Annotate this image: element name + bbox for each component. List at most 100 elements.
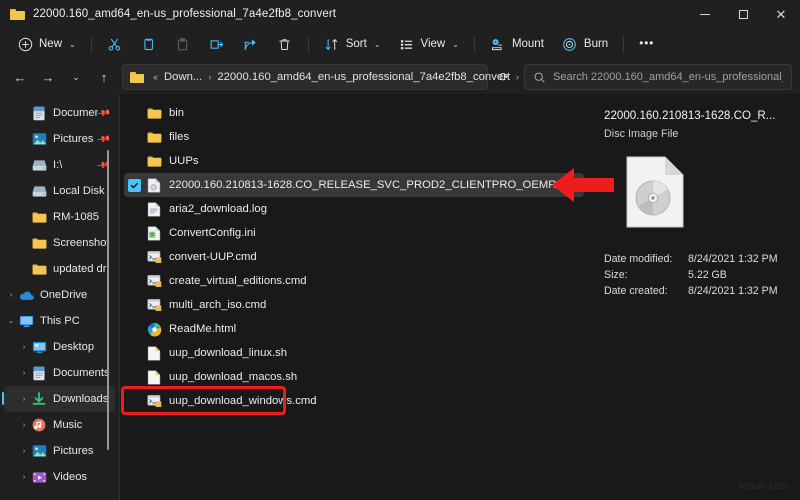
expand-chevron-icon[interactable]: › — [17, 474, 31, 481]
copy-button[interactable] — [132, 31, 166, 57]
back-button[interactable]: ← — [6, 63, 34, 91]
table-row[interactable]: convert-UUP.cmd — [124, 245, 584, 269]
search-input[interactable]: Search 22000.160_amd64_en-us_professiona… — [524, 64, 792, 90]
table-row[interactable]: multi_arch_iso.cmd — [124, 293, 584, 317]
table-row[interactable]: aria2_download.log — [124, 197, 584, 221]
sidebar-item-label: OneDrive — [40, 289, 88, 301]
sidebar-item-music[interactable]: › Music — [4, 412, 115, 438]
burn-button[interactable]: Burn — [553, 31, 617, 57]
pin-icon[interactable]: 📌 — [96, 131, 111, 146]
sidebar-item-label: Pictures — [53, 133, 94, 145]
file-name: multi_arch_iso.cmd — [169, 299, 267, 311]
share-button[interactable] — [234, 31, 268, 57]
sidebar-item-screenshots[interactable]: Screenshots — [4, 230, 115, 256]
mount-label: Mount — [511, 38, 544, 50]
toolbar-divider-4 — [623, 35, 625, 53]
mount-icon — [490, 36, 506, 52]
sidebar-item-documents[interactable]: › Documents — [4, 360, 115, 386]
table-row[interactable]: create_virtual_editions.cmd — [124, 269, 584, 293]
delete-button[interactable] — [268, 31, 302, 57]
sidebar-item-updated-drivers[interactable]: updated drivers — [4, 256, 115, 282]
sort-button[interactable]: Sort ⌄ — [315, 31, 390, 57]
table-row[interactable]: 22000.160.210813-1628.CO_RELEASE_SVC_PRO… — [124, 173, 590, 197]
address-bar: ← → ⌄ ↑ « Down... › 22000.160_amd64_en-u… — [0, 60, 800, 94]
folder-icon — [146, 105, 162, 121]
expand-chevron-icon[interactable]: › — [17, 448, 31, 455]
folder-icon — [10, 8, 25, 20]
pin-icon[interactable]: 📌 — [96, 105, 111, 120]
new-button[interactable]: New ⌄ — [8, 31, 85, 57]
details-key: Date created: — [604, 285, 668, 298]
details-pane: 22000.160.210813-1628.CO_R... Disc Image… — [590, 94, 800, 500]
table-row[interactable]: ConvertConfig.ini — [124, 221, 584, 245]
toolbar-divider-3 — [473, 35, 475, 53]
sidebar-item-pictures[interactable]: Pictures 📌 — [4, 126, 115, 152]
breadcrumb-item-0[interactable]: Down... — [161, 69, 205, 85]
paste-button[interactable] — [166, 31, 200, 57]
sidebar-item-rm-1085[interactable]: RM-1085 — [4, 204, 115, 230]
window-title: 22000.160_amd64_en-us_professional_7a4e2… — [33, 8, 337, 20]
details-row: Date created: 8/24/2021 1:32 PM — [604, 283, 786, 299]
sidebar-item-desktop[interactable]: › Desktop — [4, 334, 115, 360]
file-name: files — [169, 131, 190, 143]
file-list: bin files UUPs 22000.160.210813-1628.CO_REL… — [120, 94, 590, 500]
details-value: 5.22 GB — [688, 269, 727, 282]
table-row[interactable]: files — [124, 125, 584, 149]
pictures-icon — [31, 131, 47, 147]
table-row[interactable]: bin — [124, 101, 584, 125]
expand-chevron-icon[interactable]: › — [17, 344, 31, 351]
sidebar-item-i[interactable]: I:\ 📌 — [4, 152, 115, 178]
new-label: New — [39, 38, 63, 50]
row-checkbox[interactable] — [128, 178, 141, 192]
downloads-icon — [31, 391, 47, 407]
sidebar-item-onedrive[interactable]: › OneDrive — [4, 282, 115, 308]
cmd-icon — [146, 249, 162, 265]
sidebar-item-videos[interactable]: › Videos — [4, 464, 115, 490]
maximize-button[interactable] — [724, 0, 762, 28]
sidebar-item-pictures[interactable]: › Pictures — [4, 438, 115, 464]
file-name: ConvertConfig.ini — [169, 227, 256, 239]
details-row: Size: 5.22 GB — [604, 267, 786, 283]
expand-chevron-icon[interactable]: › — [4, 292, 18, 299]
command-bar: New ⌄ Sort ⌄ View ⌄ Mount Burn ••• — [0, 28, 800, 60]
sidebar-item-downloads[interactable]: › Downloads — [2, 386, 115, 412]
forward-button[interactable]: → — [34, 63, 62, 91]
up-button[interactable]: ↑ — [90, 63, 118, 91]
sidebar-scrollbar[interactable] — [107, 150, 109, 450]
rename-button[interactable] — [200, 31, 234, 57]
refresh-button[interactable]: ⟳ — [490, 63, 518, 91]
details-title: 22000.160.210813-1628.CO_R... — [604, 109, 776, 122]
details-value: 8/24/2021 1:32 PM — [688, 253, 778, 266]
file-name: bin — [169, 107, 185, 119]
expand-chevron-icon[interactable]: ⌄ — [4, 317, 18, 325]
rename-icon — [209, 36, 225, 52]
expand-chevron-icon[interactable]: › — [17, 396, 31, 403]
mount-button[interactable]: Mount — [481, 31, 553, 57]
view-button[interactable]: View ⌄ — [390, 31, 468, 57]
folder-icon — [31, 235, 47, 251]
expand-chevron-icon[interactable]: › — [17, 370, 31, 377]
watermark: wsxdn.com — [737, 481, 788, 492]
close-button[interactable]: ✕ — [762, 0, 800, 28]
minimize-button[interactable] — [686, 0, 724, 28]
expand-chevron-icon[interactable]: › — [17, 422, 31, 429]
table-row[interactable]: UUPs — [124, 149, 584, 173]
file-name: UUPs — [169, 155, 199, 167]
breadcrumb-item-1[interactable]: 22000.160_amd64_en-us_professional_7a4e2… — [214, 69, 513, 85]
more-options-button[interactable]: ••• — [630, 31, 663, 57]
table-row[interactable]: uup_download_linux.sh — [124, 341, 584, 365]
sidebar-item-this-pc[interactable]: ⌄ This PC — [4, 308, 115, 334]
iso-icon — [146, 177, 162, 193]
breadcrumb-overflow-icon[interactable]: « — [150, 72, 161, 82]
thispc-icon — [18, 313, 34, 329]
trash-icon — [277, 36, 293, 52]
navigation-pane: Documents📌Pictures📌I:\📌Local Disk (C:)RM… — [0, 94, 119, 500]
sidebar-item-documents[interactable]: Documents📌 — [4, 100, 115, 126]
recent-locations-button[interactable]: ⌄ — [62, 63, 90, 91]
sidebar-item-local-disk-c[interactable]: Local Disk (C:) — [4, 178, 115, 204]
cut-button[interactable] — [98, 31, 132, 57]
table-row[interactable]: ReadMe.html — [124, 317, 584, 341]
breadcrumb[interactable]: « Down... › 22000.160_amd64_en-us_profes… — [122, 64, 537, 90]
folder-icon — [31, 209, 47, 225]
breadcrumb-sep-0: › — [208, 72, 212, 82]
